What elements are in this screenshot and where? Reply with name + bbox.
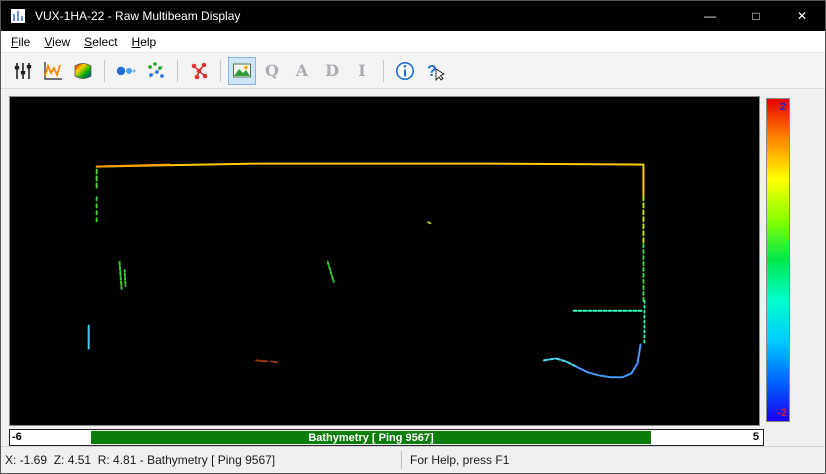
scatter-icon <box>145 60 167 82</box>
scan-segment-left-cluster-b <box>125 270 126 286</box>
toolbar-separator <box>104 60 105 82</box>
menu-view[interactable]: View <box>37 32 77 52</box>
d-mode-label: D <box>325 63 339 79</box>
i-mode-label: I <box>358 63 365 79</box>
main-area: 2 -2 <box>1 89 825 429</box>
window-title: VUX-1HA-22 - Raw Multibeam Display <box>35 9 687 23</box>
maximize-button[interactable]: □ <box>733 1 779 31</box>
range-bar-label: Bathymetry [ Ping 9567] <box>308 432 433 444</box>
waveform-display-button[interactable] <box>39 57 67 85</box>
a-mode-label: A <box>296 63 308 79</box>
colorbar: 2 -2 <box>766 98 790 422</box>
app-icon <box>10 8 26 24</box>
colorbar-max-label: 2 <box>780 101 786 113</box>
scatter-display-button[interactable] <box>142 57 170 85</box>
status-coordinates: X: -1.69 Z: 4.51 R: 4.81 - Bathymetry [ … <box>1 453 401 467</box>
statusbar: X: -1.69 Z: 4.51 R: 4.81 - Bathymetry [ … <box>1 446 825 473</box>
q-mode-button[interactable]: Q <box>258 57 286 85</box>
scan-segment-floor-dash-b <box>271 361 277 362</box>
scan-plot <box>10 97 759 425</box>
svg-text:?: ? <box>427 63 437 80</box>
info-icon <box>394 60 416 82</box>
colorbar-min-label: -2 <box>777 407 787 419</box>
toolbar: Q A D I? <box>1 53 825 89</box>
network-display-button[interactable] <box>185 57 213 85</box>
menu-select[interactable]: Select <box>77 32 124 52</box>
network-icon <box>188 60 210 82</box>
range-indicator[interactable]: Bathymetry [ Ping 9567] <box>91 431 651 444</box>
scan-segment-speck <box>428 222 430 223</box>
i-mode-button[interactable]: I <box>348 57 376 85</box>
about-button[interactable] <box>391 57 419 85</box>
toolbar-separator <box>220 60 221 82</box>
scan-segment-mid-tick <box>328 262 334 282</box>
image-icon <box>231 60 253 82</box>
sliders-icon <box>12 60 34 82</box>
scan-segment-basin-right <box>576 344 641 377</box>
colormap-icon <box>72 60 94 82</box>
scan-segment-ceiling <box>97 164 644 167</box>
app-window: VUX-1HA-22 - Raw Multibeam Display — □ ✕… <box>0 0 826 474</box>
range-min-label: -6 <box>12 431 22 443</box>
titlebar[interactable]: VUX-1HA-22 - Raw Multibeam Display — □ ✕ <box>1 1 825 31</box>
a-mode-button[interactable]: A <box>288 57 316 85</box>
minimize-button[interactable]: — <box>687 1 733 31</box>
scan-display[interactable] <box>9 96 760 426</box>
menu-help[interactable]: Help <box>125 32 164 52</box>
scan-segment-left-cluster-a <box>120 262 122 289</box>
d-mode-button[interactable]: D <box>318 57 346 85</box>
toolbar-separator <box>177 60 178 82</box>
help-icon: ? <box>424 60 446 82</box>
waveform-icon <box>42 60 64 82</box>
ping-range-bar[interactable]: -6 Bathymetry [ Ping 9567] 5 <box>9 429 764 446</box>
menu-file[interactable]: File <box>4 32 37 52</box>
scan-segment-basin-left <box>544 358 576 366</box>
colormap-button[interactable] <box>69 57 97 85</box>
close-button[interactable]: ✕ <box>779 1 825 31</box>
status-help-text: For Help, press F1 <box>402 453 825 467</box>
points-icon <box>115 60 137 82</box>
menubar: FileViewSelectHelp <box>1 31 825 53</box>
range-max-label: 5 <box>753 431 759 443</box>
toolbar-separator <box>383 60 384 82</box>
q-mode-label: Q <box>265 63 279 79</box>
image-display-button[interactable] <box>228 57 256 85</box>
context-help-button[interactable]: ? <box>421 57 449 85</box>
channel-sliders-button[interactable] <box>9 57 37 85</box>
points-display-button[interactable] <box>112 57 140 85</box>
scan-segment-floor-dash-a <box>256 360 267 361</box>
